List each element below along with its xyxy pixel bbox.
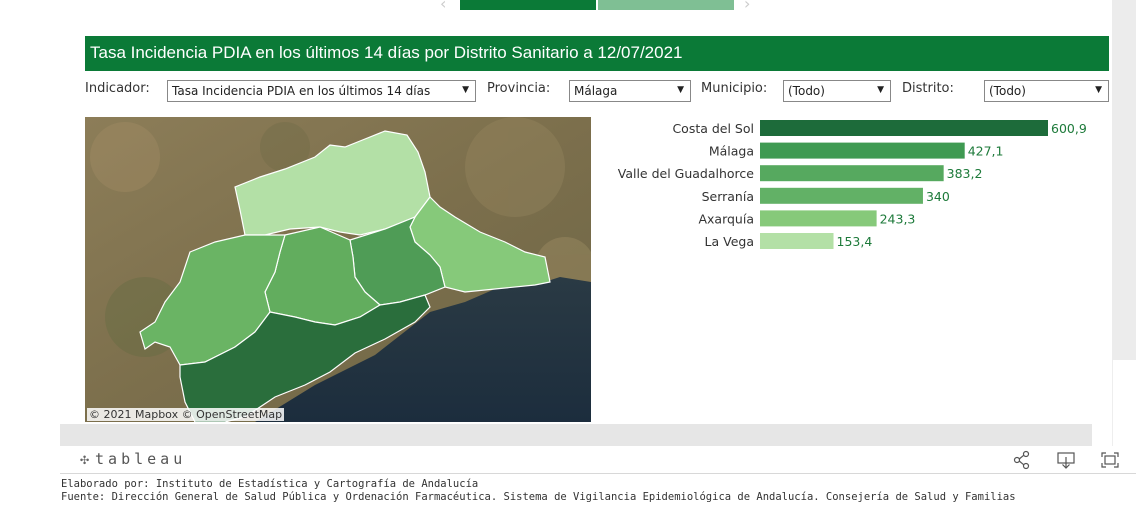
dashboard-title-bar: Tasa Incidencia PDIA en los últimos 14 d…	[85, 36, 1109, 71]
provincia-label: Provincia:	[487, 81, 551, 96]
data-label: 600,9	[1051, 121, 1087, 136]
download-icon[interactable]	[1056, 450, 1076, 470]
chevron-down-icon: ▼	[462, 85, 469, 95]
tableau-logo[interactable]: ✣ tableau	[80, 450, 186, 468]
provincia-value: Málaga	[574, 84, 618, 98]
category-label: Málaga	[709, 144, 754, 159]
category-label: La Vega	[705, 234, 754, 249]
indicador-label: Indicador:	[85, 81, 150, 96]
district-map[interactable]: © 2021 Mapbox © OpenStreetMap	[85, 117, 591, 422]
category-label: Valle del Guadalhorce	[618, 166, 755, 181]
data-label: 243,3	[880, 211, 916, 226]
bar[interactable]	[760, 142, 965, 159]
tableau-toolbar: ✣ tableau	[60, 446, 1136, 474]
data-label: 340	[926, 189, 950, 204]
distrito-label: Distrito:	[902, 81, 954, 96]
bar[interactable]	[760, 210, 877, 227]
prev-arrow-icon[interactable]: ‹	[440, 0, 446, 13]
map-attribution[interactable]: © 2021 Mapbox © OpenStreetMap	[87, 408, 285, 421]
tab-inactive[interactable]	[598, 0, 734, 10]
map-canvas[interactable]	[85, 117, 591, 422]
credit-fuente: Fuente: Dirección General de Salud Públi…	[61, 491, 1016, 503]
scrollbar-track-lower	[1112, 360, 1136, 446]
chevron-down-icon: ▼	[1095, 85, 1102, 95]
next-arrow-icon[interactable]: ›	[744, 0, 750, 13]
provincia-select[interactable]: Málaga ▼	[569, 80, 691, 102]
horizontal-scrollbar[interactable]	[60, 424, 1092, 446]
distrito-select[interactable]: (Todo) ▼	[984, 80, 1109, 102]
bar-chart-svg: Costa del Sol 600,9 Málaga 427,1 Valle del G…	[618, 120, 1087, 249]
data-label: 427,1	[968, 144, 1004, 159]
municipio-label: Municipio:	[701, 81, 768, 96]
tableau-cross-icon: ✣	[80, 450, 90, 468]
bar[interactable]	[760, 120, 1048, 136]
municipio-value: (Todo)	[788, 84, 825, 98]
category-label: Costa del Sol	[672, 121, 754, 136]
data-label: 153,4	[837, 234, 873, 249]
bar[interactable]	[760, 233, 834, 249]
category-label: Axarquía	[698, 211, 754, 226]
indicador-value: Tasa Incidencia PDIA en los últimos 14 d…	[172, 84, 431, 98]
share-icon[interactable]	[1012, 450, 1032, 470]
dashboard-title: Tasa Incidencia PDIA en los últimos 14 d…	[90, 43, 683, 62]
category-label: Serranía	[702, 189, 754, 204]
bar[interactable]	[760, 187, 923, 204]
tableau-wordmark: tableau	[95, 450, 187, 468]
fullscreen-icon[interactable]	[1100, 450, 1120, 470]
indicador-select[interactable]: Tasa Incidencia PDIA en los últimos 14 d…	[167, 80, 476, 102]
bar[interactable]	[760, 165, 944, 182]
vertical-scrollbar[interactable]	[1112, 0, 1136, 360]
credit-elaborado: Elaborado por: Instituto de Estadística …	[61, 478, 479, 490]
tab-active[interactable]	[460, 0, 596, 10]
municipio-select[interactable]: (Todo) ▼	[783, 80, 891, 102]
data-label: 383,2	[947, 166, 983, 181]
chevron-down-icon: ▼	[877, 85, 884, 95]
chevron-down-icon: ▼	[677, 85, 684, 95]
bar-chart: Costa del Sol 600,9 Málaga 427,1 Valle del G…	[600, 116, 1100, 256]
distrito-value: (Todo)	[989, 84, 1026, 98]
